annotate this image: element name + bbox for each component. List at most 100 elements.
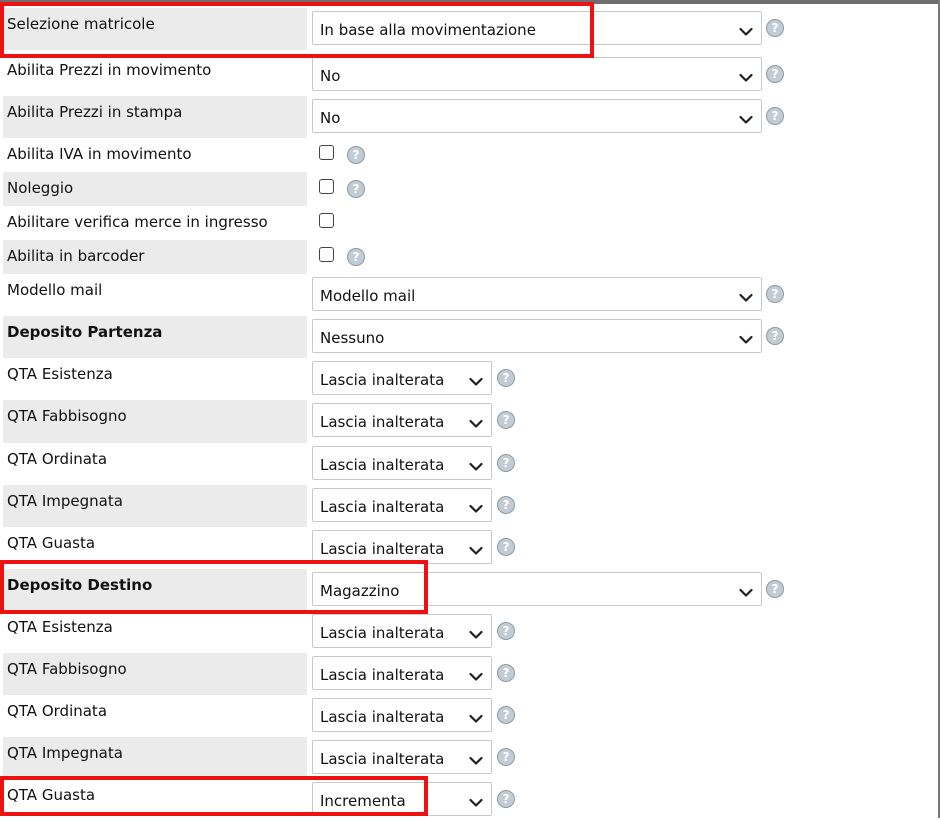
abilita-in-barcoder-checkbox[interactable] <box>319 247 334 262</box>
qta-esistenza-select[interactable]: Lascia inalterata <box>312 361 492 395</box>
highlight-selezione-matricole <box>0 2 594 58</box>
select-value: Lascia inalterata <box>320 498 445 516</box>
form-row-qta-impegnata: QTA Impegnata Lascia inalterata? <box>0 737 940 779</box>
form-row-abilita-in-barcoder: Abilita in barcoder? <box>0 240 940 274</box>
help-icon[interactable]: ? <box>497 411 515 429</box>
form-row-qta-impegnata: QTA Impegnata Lascia inalterata? <box>0 485 940 527</box>
chevron-down-icon <box>739 331 753 344</box>
help-icon[interactable]: ? <box>497 496 515 514</box>
help-icon[interactable]: ? <box>497 369 515 387</box>
field-label: Abilita Prezzi in stampa <box>7 103 183 121</box>
label-cell: Deposito Partenza <box>3 316 307 358</box>
help-icon[interactable]: ? <box>766 65 784 83</box>
form-row-qta-esistenza: QTA Esistenza Lascia inalterata? <box>0 358 940 400</box>
select-value: Lascia inalterata <box>320 540 445 558</box>
chevron-down-icon <box>469 626 483 639</box>
field-label: QTA Fabbisogno <box>7 407 127 425</box>
qta-ordinata-select[interactable]: Lascia inalterata <box>312 446 492 480</box>
help-icon[interactable]: ? <box>766 580 784 598</box>
help-icon[interactable]: ? <box>497 454 515 472</box>
qta-guasta-select[interactable]: Lascia inalterata <box>312 530 492 564</box>
help-icon[interactable]: ? <box>497 748 515 766</box>
deposito-partenza-select[interactable]: Nessuno <box>312 319 762 353</box>
field-label: QTA Esistenza <box>7 618 113 636</box>
value-cell <box>311 206 940 240</box>
field-label: QTA Fabbisogno <box>7 660 127 678</box>
help-icon[interactable]: ? <box>766 285 784 303</box>
form-row-abilita-iva-in-movimento: Abilita IVA in movimento? <box>0 138 940 172</box>
field-label: QTA Guasta <box>7 534 96 552</box>
value-cell: No? <box>311 54 940 96</box>
chevron-down-icon <box>469 710 483 723</box>
abilita-prezzi-in-movimento-select[interactable]: No <box>312 57 762 91</box>
select-value: Lascia inalterata <box>320 750 445 768</box>
value-cell: No? <box>311 96 940 138</box>
label-cell: QTA Impegnata <box>3 485 307 527</box>
form-row-qta-esistenza: QTA Esistenza Lascia inalterata? <box>0 611 940 653</box>
chevron-down-icon <box>739 23 753 36</box>
value-cell: ? <box>311 172 940 206</box>
qta-ordinata-select[interactable]: Lascia inalterata <box>312 698 492 732</box>
field-label: Noleggio <box>7 179 74 197</box>
field-label: QTA Impegnata <box>7 744 123 762</box>
help-icon[interactable]: ? <box>497 622 515 640</box>
modello-mail-select[interactable]: Modello mail <box>312 277 762 311</box>
help-icon[interactable]: ? <box>766 19 784 37</box>
help-icon[interactable]: ? <box>497 538 515 556</box>
help-icon[interactable]: ? <box>766 107 784 125</box>
help-icon[interactable]: ? <box>497 790 515 808</box>
noleggio-checkbox[interactable] <box>319 179 334 194</box>
value-cell: Lascia inalterata? <box>311 485 940 527</box>
chevron-down-icon <box>469 415 483 428</box>
value-cell: Modello mail? <box>311 274 940 316</box>
help-icon[interactable]: ? <box>766 327 784 345</box>
chevron-down-icon <box>469 794 483 807</box>
label-cell: QTA Fabbisogno <box>3 653 307 695</box>
abilita-iva-in-movimento-checkbox[interactable] <box>319 145 334 160</box>
help-icon[interactable]: ? <box>347 180 365 198</box>
label-cell: QTA Ordinata <box>3 443 307 485</box>
chevron-down-icon <box>469 668 483 681</box>
highlight-qta-guasta <box>0 776 428 816</box>
field-label: Abilita IVA in movimento <box>7 145 192 163</box>
form-row-abilitare-verifica-merce-in-ingresso: Abilitare verifica merce in ingresso <box>0 206 940 240</box>
form-row-abilita-prezzi-in-stampa: Abilita Prezzi in stampa No? <box>0 96 940 138</box>
chevron-down-icon <box>739 69 753 82</box>
form-row-abilita-prezzi-in-movimento: Abilita Prezzi in movimento No? <box>0 54 940 96</box>
field-label: Abilita in barcoder <box>7 247 145 265</box>
chevron-down-icon <box>739 289 753 302</box>
abilita-prezzi-in-stampa-select[interactable]: No <box>312 99 762 133</box>
qta-esistenza-select[interactable]: Lascia inalterata <box>312 614 492 648</box>
select-value: Lascia inalterata <box>320 456 445 474</box>
field-label: Abilita Prezzi in movimento <box>7 61 212 79</box>
label-cell: Abilita IVA in movimento <box>3 138 307 172</box>
form-row-deposito-partenza: Deposito Partenza Nessuno? <box>0 316 940 358</box>
chevron-down-icon <box>469 752 483 765</box>
chevron-down-icon <box>469 458 483 471</box>
form-row-qta-fabbisogno: QTA Fabbisogno Lascia inalterata? <box>0 400 940 443</box>
label-cell: Abilita in barcoder <box>3 240 307 274</box>
help-icon[interactable]: ? <box>347 146 365 164</box>
label-cell: Modello mail <box>3 274 307 316</box>
value-cell: Lascia inalterata? <box>311 737 940 779</box>
label-cell: QTA Ordinata <box>3 695 307 737</box>
field-label: QTA Esistenza <box>7 365 113 383</box>
help-icon[interactable]: ? <box>497 664 515 682</box>
field-label: QTA Impegnata <box>7 492 123 510</box>
chevron-down-icon <box>469 500 483 513</box>
help-icon[interactable]: ? <box>497 706 515 724</box>
form-row-qta-fabbisogno: QTA Fabbisogno Lascia inalterata? <box>0 653 940 695</box>
highlight-deposito-destino <box>0 560 428 614</box>
label-cell: Noleggio <box>3 172 307 206</box>
qta-fabbisogno-select[interactable]: Lascia inalterata <box>312 656 492 690</box>
qta-impegnata-select[interactable]: Lascia inalterata <box>312 740 492 774</box>
select-value: No <box>320 109 341 127</box>
select-value: Lascia inalterata <box>320 413 445 431</box>
abilitare-verifica-merce-in-ingresso-checkbox[interactable] <box>319 213 334 228</box>
help-icon[interactable]: ? <box>347 248 365 266</box>
label-cell: Abilita Prezzi in movimento <box>3 54 307 96</box>
label-cell: QTA Esistenza <box>3 358 307 400</box>
qta-impegnata-select[interactable]: Lascia inalterata <box>312 488 492 522</box>
qta-fabbisogno-select[interactable]: Lascia inalterata <box>312 403 492 437</box>
form-row-qta-ordinata: QTA Ordinata Lascia inalterata? <box>0 443 940 485</box>
